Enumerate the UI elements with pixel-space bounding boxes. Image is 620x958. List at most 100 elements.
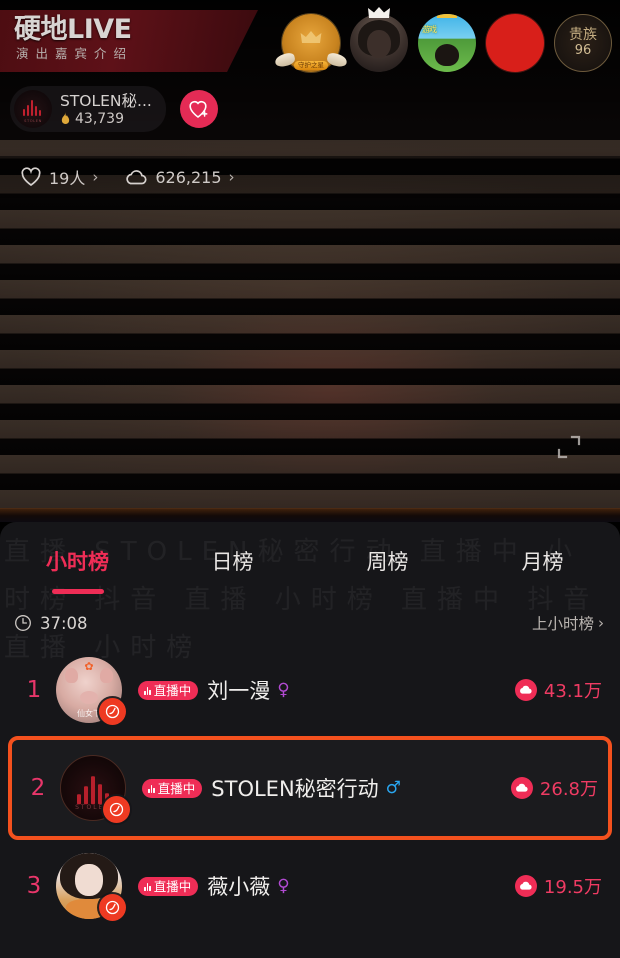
pig-snout: [80, 691, 98, 705]
stats-bar: 19人 › 626,215 ›: [0, 156, 620, 198]
status-badge: 直播中: [138, 876, 199, 896]
cloud-icon: [514, 875, 537, 897]
viewer-avatar-photo[interactable]: [350, 7, 408, 72]
likes-chevron-icon: ›: [92, 167, 99, 186]
timer-row: 37:08 上小时榜 ›: [0, 600, 620, 646]
score-group: 26.8万: [510, 775, 598, 801]
score-group: 43.1万: [514, 677, 602, 703]
tab-active-underline: [51, 589, 104, 594]
fullscreen-button[interactable]: [556, 434, 582, 464]
crown-icon: [300, 31, 322, 44]
rank-number: 3: [26, 873, 42, 899]
score-group: 19.5万: [514, 873, 602, 899]
flame-icon: [61, 111, 70, 124]
user-name: STOLEN秘密行动: [211, 777, 379, 801]
tab-monthly[interactable]: 月榜: [465, 546, 620, 576]
gender-male-icon: ♂: [385, 777, 401, 798]
table-row[interactable]: 2 STOLEN 直播中 STOLEN秘密行动 ♂ 26.8万: [8, 736, 612, 840]
tab-hourly-label: 小时榜: [46, 550, 109, 574]
pig-ear-left: [65, 667, 79, 683]
score-value: 19.5万: [543, 877, 602, 898]
streamer-heat-row: 43,739: [60, 111, 152, 127]
live-wave-icon: [105, 900, 120, 915]
avatar[interactable]: [56, 853, 126, 921]
stolen-logo-icon: [23, 100, 42, 116]
crown-icon: [436, 14, 458, 18]
live-bars-icon: [144, 882, 151, 891]
row-main: 直播中 薇小薇 ♀: [138, 871, 515, 901]
popularity-stat[interactable]: 626,215 ›: [124, 168, 235, 187]
crown-icon: [368, 7, 390, 18]
countdown-value: 37:08: [40, 613, 88, 633]
noble-title: 贵族: [569, 27, 597, 43]
show-banner-subtitle: 演出嘉宾介绍: [16, 46, 134, 61]
score-value: 26.8万: [539, 779, 598, 800]
status-badge: 直播中: [142, 778, 203, 798]
table-row[interactable]: 3 直播中 薇小薇 ♀ 19.5万: [8, 842, 612, 930]
live-video-stage[interactable]: 硬地LIVE 演出嘉宾介绍 STOLEN STOLEN秘... 43,739 守…: [0, 0, 620, 522]
live-wave-icon: [105, 704, 120, 719]
fullscreen-expand-icon: [557, 435, 581, 459]
guardian-badge-avatar[interactable]: 守护之星: [273, 14, 349, 72]
previous-hour-link[interactable]: 上小时榜 ›: [532, 612, 604, 634]
viewer-avatar-game[interactable]: 游戏: [418, 14, 476, 72]
video-bottom-strip: [0, 508, 620, 522]
pig-ear-right: [99, 667, 113, 683]
streamer-bar: STOLEN STOLEN秘... 43,739: [10, 86, 218, 132]
gender-female-icon: ♀: [277, 875, 290, 896]
gender-female-icon: ♀: [277, 679, 290, 700]
row-main: 直播中 刘一漫 ♀: [138, 675, 515, 705]
game-avatar-label: 游戏: [422, 25, 437, 34]
cloud-glyph: [520, 881, 533, 890]
cloud-glyph: [516, 783, 529, 792]
status-badge-label: 直播中: [153, 682, 192, 698]
streamer-avatar[interactable]: STOLEN: [14, 90, 52, 128]
table-row[interactable]: 1 ✿ 仙女下 直播中 刘一漫 ♀ 43.1万: [8, 646, 612, 734]
tab-daily[interactable]: 日榜: [155, 546, 310, 576]
avatar[interactable]: ✿ 仙女下: [56, 657, 126, 725]
likes-stat[interactable]: 19人 ›: [20, 165, 98, 189]
flower-icon: ✿: [84, 660, 94, 674]
cloud-glyph: [520, 685, 533, 694]
noble-badge-avatar[interactable]: 贵族 96: [554, 14, 612, 72]
cloud-icon: [510, 777, 533, 799]
top-viewer-avatars[interactable]: 守护之星 游戏 贵族 96: [273, 7, 612, 72]
heart-icon: [21, 167, 41, 187]
rank-panel: 直播 STOLEN秘密行动 直播中 小时榜 抖音 直播 小时榜 直播中 抖音 直…: [0, 522, 620, 958]
follow-button[interactable]: [179, 90, 218, 128]
viewer-avatar-red[interactable]: [486, 14, 544, 72]
rank-list: 1 ✿ 仙女下 直播中 刘一漫 ♀ 43.1万 2 STOLEN 直播中 STO…: [0, 646, 620, 930]
rank-tabs[interactable]: 小时榜 日榜 周榜 月榜: [0, 522, 620, 600]
status-badge: 直播中: [138, 680, 199, 700]
streamer-avatar-label: STOLEN: [24, 119, 42, 123]
score-value: 43.1万: [543, 681, 602, 702]
live-indicator-icon[interactable]: [99, 698, 126, 725]
previous-hour-chevron-icon: ›: [598, 613, 604, 632]
show-banner: 硬地LIVE 演出嘉宾介绍: [0, 10, 258, 72]
cloud-icon: [126, 169, 147, 184]
user-name: 薇小薇: [207, 875, 271, 899]
cloud-icon: [514, 679, 537, 701]
live-wave-icon: [109, 802, 124, 817]
show-banner-title: 硬地LIVE: [14, 14, 132, 45]
tab-hourly[interactable]: 小时榜: [0, 546, 155, 594]
avatar-face: [75, 864, 103, 896]
status-badge-label: 直播中: [153, 878, 192, 894]
countdown-group: 37:08: [14, 614, 88, 633]
avatar[interactable]: STOLEN: [60, 755, 130, 823]
rank-number: 1: [26, 677, 42, 703]
row-main: 直播中 STOLEN秘密行动 ♂: [142, 773, 511, 803]
noble-level: 96: [574, 43, 592, 58]
live-indicator-icon[interactable]: [103, 796, 130, 823]
live-bars-icon: [148, 784, 155, 793]
rank-number: 2: [30, 775, 46, 801]
streamer-info-pill[interactable]: STOLEN STOLEN秘... 43,739: [10, 86, 166, 132]
live-indicator-icon[interactable]: [99, 894, 126, 921]
live-bars-icon: [144, 686, 151, 695]
tab-weekly[interactable]: 周榜: [310, 546, 465, 576]
stolen-logo-icon: [77, 776, 109, 805]
clock-icon: [15, 615, 31, 631]
tab-daily-label: 日榜: [211, 550, 254, 574]
streamer-name: STOLEN秘...: [60, 91, 152, 110]
avatar-character: [435, 44, 459, 66]
